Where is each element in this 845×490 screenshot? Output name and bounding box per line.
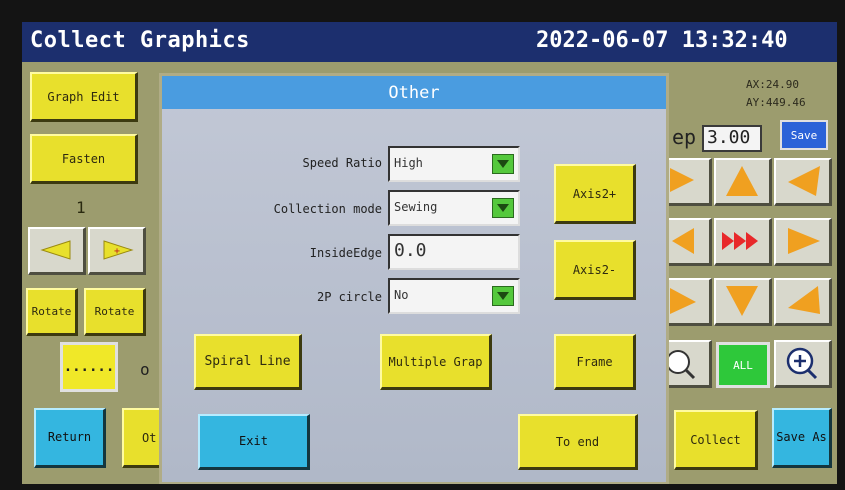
2p-circle-value: No bbox=[394, 288, 409, 302]
2p-circle-label: 2P circle bbox=[316, 290, 382, 304]
inside-edge-input[interactable]: 0.0 bbox=[388, 234, 520, 270]
collect-button[interactable]: Collect bbox=[674, 410, 758, 470]
exit-button[interactable]: Exit bbox=[198, 414, 310, 470]
dropdown-arrow-icon[interactable] bbox=[492, 198, 514, 218]
partial-label-o: o bbox=[140, 360, 150, 379]
return-button[interactable]: Return bbox=[34, 408, 106, 468]
ax-readout: AX:24.90 bbox=[746, 78, 799, 91]
left-arrow-icon bbox=[40, 240, 71, 260]
app-title: Collect Graphics bbox=[30, 28, 250, 53]
left-arrow-button[interactable] bbox=[28, 227, 86, 275]
ay-readout: AY:449.46 bbox=[746, 96, 806, 109]
axis2-minus-button[interactable]: Axis2- bbox=[554, 240, 636, 300]
zoom-in-icon bbox=[786, 347, 818, 380]
speed-ratio-label: Speed Ratio bbox=[302, 156, 382, 170]
save-as-button[interactable]: Save As bbox=[772, 408, 832, 468]
line-style-button[interactable]: ...... bbox=[60, 342, 118, 392]
inside-edge-label: InsideEdge bbox=[309, 246, 382, 260]
graph-edit-button[interactable]: Graph Edit bbox=[30, 72, 138, 122]
arrow-down-right-button[interactable] bbox=[774, 278, 832, 326]
to-end-button[interactable]: To end bbox=[518, 414, 638, 470]
speed-ratio-select[interactable]: High bbox=[388, 146, 520, 182]
arrow-up-icon bbox=[726, 166, 758, 196]
fasten-button[interactable]: Fasten bbox=[30, 134, 138, 184]
screen: Collect Graphics 2022-06-07 13:32:40 Gra… bbox=[22, 22, 837, 484]
zoom-in-button[interactable] bbox=[774, 340, 832, 388]
arrow-down-icon bbox=[726, 286, 758, 316]
frame-button[interactable]: Frame bbox=[554, 334, 636, 390]
speed-ratio-value: High bbox=[394, 156, 423, 170]
arrow-diagonal-icon bbox=[788, 166, 820, 196]
dropdown-arrow-icon[interactable] bbox=[492, 154, 514, 174]
all-button[interactable]: ALL bbox=[716, 342, 770, 388]
collection-mode-label: Collection mode bbox=[273, 202, 382, 216]
right-arrow-icon: + bbox=[103, 240, 134, 260]
fast-forward-icon bbox=[722, 232, 758, 250]
datetime: 2022-06-07 13:32:40 bbox=[536, 28, 788, 53]
other-dialog: Other Speed Ratio High Collection mode S… bbox=[159, 73, 669, 484]
collection-mode-select[interactable]: Sewing bbox=[388, 190, 520, 226]
dialog-title: Other bbox=[162, 76, 666, 109]
2p-circle-select[interactable]: No bbox=[388, 278, 520, 314]
axis2-plus-button[interactable]: Axis2+ bbox=[554, 164, 636, 224]
arrow-down-right-icon bbox=[788, 286, 820, 314]
arrow-up-button[interactable] bbox=[714, 158, 772, 206]
arrow-down-button[interactable] bbox=[714, 278, 772, 326]
step-input[interactable]: 3.00 bbox=[702, 125, 762, 152]
svg-text:+: + bbox=[114, 246, 120, 257]
collection-mode-value: Sewing bbox=[394, 200, 438, 214]
spiral-line-button[interactable]: Spiral Line bbox=[194, 334, 302, 390]
title-bar: Collect Graphics 2022-06-07 13:32:40 bbox=[22, 22, 837, 62]
dropdown-arrow-icon[interactable] bbox=[492, 286, 514, 306]
arrow-right-button[interactable] bbox=[774, 218, 832, 266]
save-button[interactable]: Save bbox=[780, 120, 828, 150]
fast-forward-button[interactable] bbox=[714, 218, 772, 266]
step-label: ep bbox=[672, 125, 697, 149]
rotate-button-2[interactable]: Rotate bbox=[84, 288, 146, 336]
arrow-right-icon bbox=[788, 228, 820, 254]
arrow-up-right-button[interactable] bbox=[774, 158, 832, 206]
rotate-button-1[interactable]: Rotate bbox=[26, 288, 78, 336]
counter-value: 1 bbox=[76, 198, 86, 217]
right-arrow-button[interactable]: + bbox=[88, 227, 146, 275]
multiple-graph-button[interactable]: Multiple Grap bbox=[380, 334, 492, 390]
